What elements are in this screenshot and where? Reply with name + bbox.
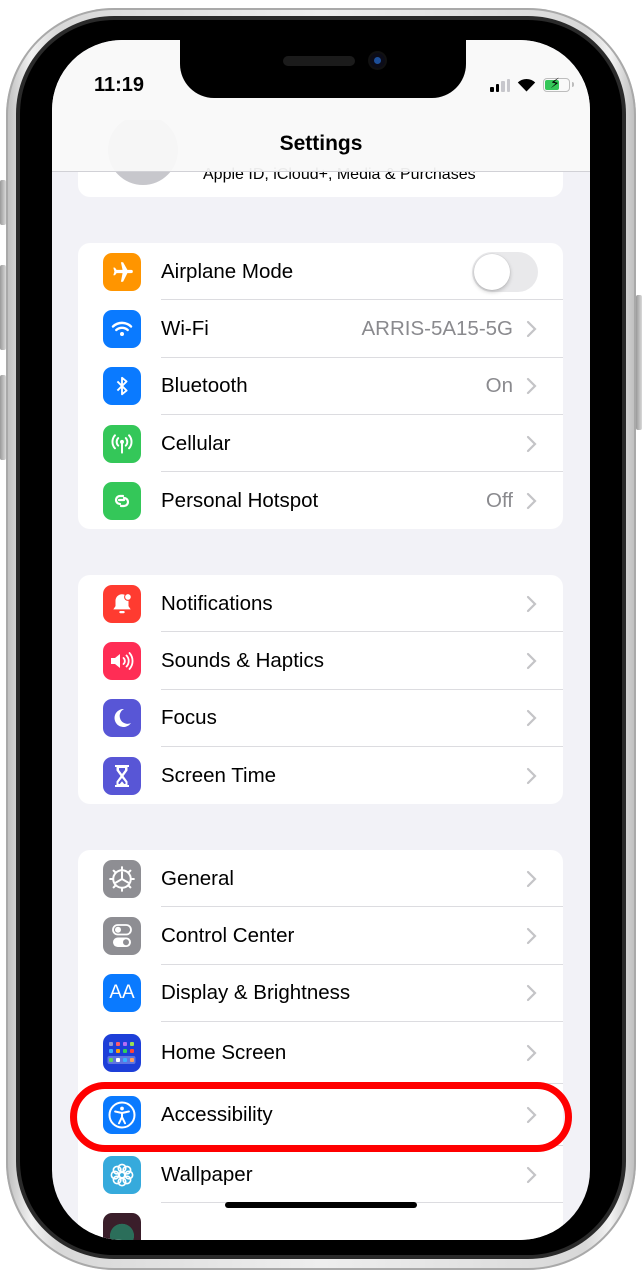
row-label: Wallpaper: [161, 1162, 253, 1186]
row-label: Control Center: [161, 923, 295, 947]
chevron-right-icon: [526, 652, 537, 670]
wifi-status-icon: [517, 78, 536, 92]
chevron-right-icon: [526, 767, 537, 784]
row-label: General: [161, 866, 234, 890]
row-label: Focus: [161, 706, 217, 730]
siri-icon: [103, 1213, 141, 1240]
chevron-right-icon: [526, 435, 537, 452]
chevron-right-icon: [526, 710, 537, 727]
home-indicator[interactable]: [225, 1202, 417, 1208]
side-button: [636, 295, 642, 430]
chevron-right-icon: [526, 1106, 537, 1123]
cellular-signal-icon: [490, 78, 510, 92]
accessibility-icon: [103, 1095, 141, 1134]
settings-row-wallpaper[interactable]: Wallpaper: [78, 1146, 563, 1204]
connectivity-group: Airplane Mode Wi-Fi ARRIS-5A15-5G Blueto…: [78, 243, 563, 530]
notch: [180, 40, 466, 98]
bluetooth-status-value: On: [485, 374, 513, 398]
settings-row-home-screen[interactable]: Home Screen: [78, 1022, 563, 1084]
settings-row-cellular[interactable]: Cellular: [78, 415, 563, 473]
wifi-network-value: ARRIS-5A15-5G: [361, 316, 513, 340]
chevron-right-icon: [526, 870, 537, 887]
app-grid-icon: [103, 1033, 141, 1072]
airplane-icon: [103, 252, 141, 291]
bell-icon: [103, 584, 141, 623]
row-label: Screen Time: [161, 763, 277, 787]
settings-row-control-center[interactable]: Control Center: [78, 907, 563, 965]
charging-bolt-icon: ⚡: [550, 75, 560, 91]
moon-icon: [103, 699, 141, 738]
status-time: 11:19: [94, 74, 145, 96]
row-label: Accessibility: [161, 1102, 273, 1126]
settings-row-screen-time[interactable]: Screen Time: [78, 747, 563, 804]
battery-icon: ⚡: [543, 75, 574, 92]
status-icons: ⚡: [490, 75, 574, 92]
settings-row-display-brightness[interactable]: AA Display & Brightness: [78, 965, 563, 1022]
settings-row-focus[interactable]: Focus: [78, 690, 563, 747]
hourglass-icon: [103, 756, 141, 795]
settings-row-sounds-haptics[interactable]: Sounds & Haptics: [78, 632, 563, 690]
settings-row-notifications[interactable]: Notifications: [78, 575, 563, 633]
silent-switch: [0, 180, 6, 225]
text-size-glyph: AA: [109, 982, 135, 1004]
front-camera: [370, 53, 385, 68]
toggle-knob: [474, 253, 510, 290]
row-label: Display & Brightness: [161, 981, 351, 1005]
row-label: Home Screen: [161, 1040, 287, 1064]
speaker-icon: [103, 641, 141, 680]
volume-up-button: [0, 265, 6, 350]
flower-icon: [103, 1155, 141, 1194]
settings-row-airplane-mode[interactable]: Airplane Mode: [78, 243, 563, 301]
settings-row-accessibility[interactable]: Accessibility: [78, 1084, 563, 1146]
bluetooth-icon: [103, 367, 141, 406]
row-label: Airplane Mode: [161, 259, 294, 283]
volume-down-button: [0, 375, 6, 460]
row-label: Bluetooth: [161, 374, 248, 398]
cellular-antenna-icon: [103, 424, 141, 463]
hotspot-link-icon: [103, 481, 141, 520]
general-group: General Control Center AA Display & Brig…: [78, 850, 563, 1240]
airplane-mode-toggle[interactable]: [472, 251, 538, 292]
notifications-group: Notifications Sounds & Haptics Focus Scr…: [78, 575, 563, 805]
earpiece-speaker: [283, 56, 355, 66]
page-title: Settings: [279, 132, 363, 155]
row-label: Cellular: [161, 431, 231, 455]
chevron-right-icon: [526, 1166, 537, 1183]
settings-row-personal-hotspot[interactable]: Personal Hotspot Off: [78, 472, 563, 529]
settings-row-general[interactable]: General: [78, 850, 563, 908]
chevron-right-icon: [526, 595, 537, 612]
switches-icon: [103, 916, 141, 955]
settings-row-partial[interactable]: [78, 1203, 563, 1240]
screen: Apple ID, iCloud+, Media & Purchases Air…: [52, 40, 590, 1240]
gear-icon: [103, 859, 141, 898]
text-size-icon: AA: [103, 974, 141, 1013]
chevron-right-icon: [526, 492, 537, 509]
chevron-right-icon: [526, 927, 537, 945]
settings-row-bluetooth[interactable]: Bluetooth On: [78, 358, 563, 415]
chevron-right-icon: [526, 378, 537, 395]
chevron-right-icon: [526, 985, 537, 1002]
row-label: Sounds & Haptics: [161, 648, 324, 672]
chevron-right-icon: [526, 320, 537, 338]
hotspot-status-value: Off: [486, 488, 513, 512]
row-label: Notifications: [161, 591, 273, 615]
row-label: Personal Hotspot: [161, 488, 319, 512]
wifi-icon: [103, 309, 141, 348]
chevron-right-icon: [526, 1044, 537, 1061]
row-label: Wi-Fi: [161, 316, 209, 340]
settings-row-wifi[interactable]: Wi-Fi ARRIS-5A15-5G: [78, 300, 563, 358]
